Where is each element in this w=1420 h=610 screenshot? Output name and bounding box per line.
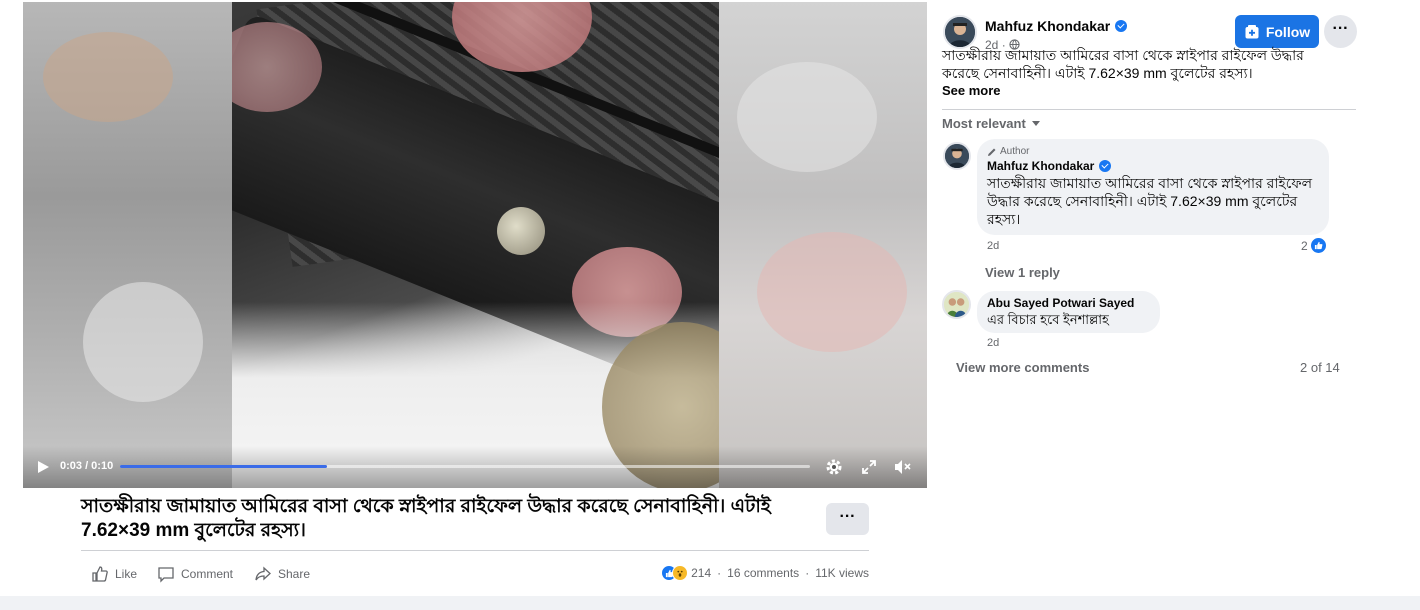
video-frame	[232, 2, 719, 488]
person-avatar-icon	[945, 17, 975, 47]
comment-likes[interactable]: 2	[1301, 238, 1326, 253]
rifle-disc	[497, 207, 545, 255]
video-progress-bar[interactable]	[120, 465, 810, 468]
post-menu-button[interactable]: ···	[1324, 15, 1357, 48]
verified-badge-icon	[1115, 20, 1128, 32]
thumbs-up-icon	[92, 566, 108, 582]
play-icon	[38, 461, 49, 473]
share-icon	[255, 566, 271, 581]
sort-label: Most relevant	[942, 116, 1026, 131]
post-stats: 214 · 16 comments · 11K views	[661, 565, 869, 581]
video-time: 0:03 / 0:10	[60, 460, 114, 472]
play-button[interactable]	[35, 459, 51, 475]
commenter-avatar[interactable]	[942, 290, 971, 319]
share-button[interactable]: Share	[254, 563, 310, 585]
post-text: সাতক্ষীরায় জামায়াত আমিরের বাসা থেকে স্…	[942, 47, 1304, 81]
view-replies-link[interactable]: View 1 reply	[985, 265, 1060, 280]
fullscreen-button[interactable]	[859, 457, 879, 477]
person-avatar-icon	[945, 144, 969, 168]
divider	[81, 550, 869, 551]
author-name-text: Mahfuz Khondakar	[985, 18, 1111, 34]
video-progress-fill	[120, 465, 327, 468]
comment-bubble: Abu Sayed Potwari Sayed এর বিচার হবে ইনশ…	[977, 291, 1160, 333]
comment-like-count: 2	[1301, 238, 1308, 253]
wow-reaction-icon	[672, 565, 689, 581]
post-side-panel: Mahfuz Khondakar 2d · Follow ··· সাতক্ষী…	[928, 0, 1420, 610]
comment-text: এর বিচার হবে ইনশাল্লাহ	[987, 312, 1109, 327]
follow-button[interactable]: Follow	[1235, 15, 1319, 48]
facebook-video-post: 0:03 / 0:10 সাতক্ষীরায় জামায়াত আমিরের …	[0, 0, 1420, 610]
view-count: 11K views	[815, 566, 869, 580]
comment-text: সাতক্ষীরায় জামায়াত আমিরের বাসা থেকে স্…	[987, 175, 1313, 227]
mute-button[interactable]	[892, 457, 912, 477]
see-more-link[interactable]: See more	[942, 83, 1001, 98]
settings-button[interactable]	[824, 457, 844, 477]
person-avatar-icon	[944, 292, 969, 317]
like-button[interactable]: Like	[91, 563, 137, 585]
verified-badge-icon	[1099, 160, 1112, 172]
commenter-name[interactable]: Abu Sayed Potwari Sayed	[987, 296, 1150, 310]
pencil-icon	[988, 148, 996, 156]
author-badge: Author	[987, 146, 1319, 157]
video-blur-left	[23, 2, 233, 488]
video-controls: 0:03 / 0:10	[23, 446, 927, 488]
caption-more-button[interactable]: ···	[826, 503, 869, 535]
commenter-name[interactable]: Mahfuz Khondakar	[987, 159, 1319, 173]
video-player[interactable]: 0:03 / 0:10	[23, 2, 927, 488]
commenter-name-text: Mahfuz Khondakar	[987, 159, 1095, 173]
stats-separator: ·	[805, 566, 810, 580]
stats-separator: ·	[717, 566, 722, 580]
comment-bubble: Author Mahfuz Khondakar সাতক্ষীরায় জামা…	[977, 139, 1329, 235]
follow-page-icon	[1245, 24, 1259, 38]
commenter-avatar[interactable]	[943, 142, 971, 170]
page-bottom-strip	[0, 596, 1420, 610]
like-reaction-icon	[1310, 238, 1326, 253]
reaction-count[interactable]: 214	[691, 566, 711, 580]
comment-time[interactable]: 2d	[987, 337, 999, 349]
author-avatar[interactable]	[943, 15, 977, 49]
share-label: Share	[278, 567, 311, 581]
expand-icon	[862, 460, 876, 474]
video-blur-right	[717, 2, 927, 488]
post-caption: সাতক্ষীরায় জামায়াত আমিরের বাসা থেকে স্…	[81, 496, 771, 541]
author-name[interactable]: Mahfuz Khondakar	[985, 18, 1128, 34]
comment-button[interactable]: Comment	[157, 563, 233, 585]
follow-label: Follow	[1265, 23, 1311, 40]
divider	[942, 109, 1356, 110]
chevron-down-icon	[1031, 121, 1040, 126]
comment-count[interactable]: 16 comments	[727, 566, 799, 580]
view-more-comments-link[interactable]: View more comments	[956, 360, 1089, 375]
author-badge-label: Author	[1000, 146, 1030, 157]
like-label: Like	[115, 567, 138, 581]
comment-sort-dropdown[interactable]: Most relevant	[942, 116, 1040, 131]
comment-label: Comment	[181, 567, 234, 581]
comment-icon	[158, 567, 174, 583]
comment-pager: 2 of 14	[1300, 360, 1340, 375]
muted-speaker-icon	[895, 460, 911, 474]
gear-icon	[826, 459, 842, 475]
comment-time[interactable]: 2d	[987, 240, 999, 252]
